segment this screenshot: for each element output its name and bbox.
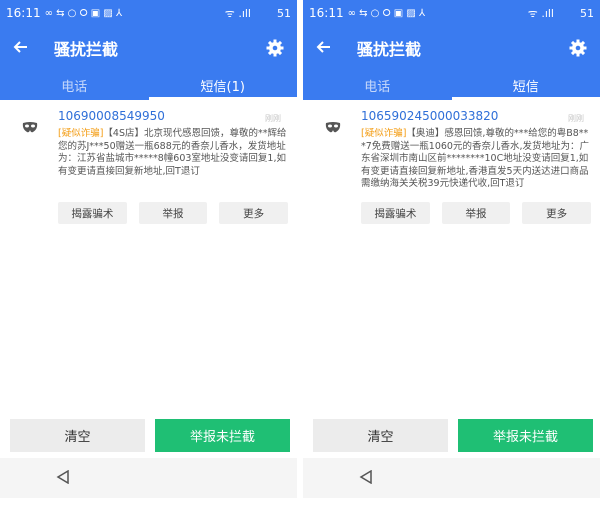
back-arrow-icon[interactable] — [12, 36, 42, 60]
battery-icon — [558, 8, 576, 18]
signal-icon: ᯤ .ıll — [527, 6, 554, 20]
triangle-back-icon[interactable] — [56, 469, 70, 488]
system-navbar — [303, 458, 600, 498]
more-button[interactable]: 更多 — [522, 202, 592, 224]
app-bar: 骚扰拦截 — [303, 26, 600, 70]
message-body: [疑似诈骗]【4S店】北京现代感恩回馈，尊敬的**辉给您的苏J***50赠送一瓶… — [58, 128, 288, 178]
clear-button[interactable]: 清空 — [10, 419, 145, 452]
bottom-actions: 清空 举报未拦截 — [10, 419, 290, 452]
report-unblocked-button[interactable]: 举报未拦截 — [155, 419, 290, 452]
phone-screen-left: 16:11 ∞ ⇆ ○ ⭘ ▣ ▨ ⅄ ᯤ .ıll 51 骚扰拦截 电话 短信… — [0, 0, 297, 514]
triangle-back-icon[interactable] — [359, 469, 373, 488]
message-time: 刚刚 — [568, 114, 584, 123]
battery-percent: 51 — [580, 6, 594, 20]
tab-calls[interactable]: 电话 — [0, 70, 149, 100]
tab-bar: 电话 短信 — [303, 70, 600, 100]
mask-icon — [325, 118, 341, 133]
clear-button[interactable]: 清空 — [313, 419, 448, 452]
page-title: 骚扰拦截 — [54, 40, 119, 59]
reveal-scam-button[interactable]: 揭露骗术 — [58, 202, 127, 224]
tab-calls[interactable]: 电话 — [303, 70, 452, 100]
message-time: 刚刚 — [265, 114, 281, 123]
gear-icon[interactable] — [568, 38, 588, 58]
status-time: 16:11 — [309, 6, 344, 20]
message-actions: 揭露骗术 举报 更多 — [58, 202, 289, 224]
tab-bar: 电话 短信(1) — [0, 70, 297, 100]
message-body: [疑似诈骗]【奥迪】感恩回馈,尊敬的***给您的粤B8***7免费赠送一瓶106… — [361, 128, 591, 191]
gear-icon[interactable] — [265, 38, 285, 58]
phone-screen-right: 16:11 ∞ ⇆ ○ ⭘ ▣ ▨ ⅄ ᯤ .ıll 51 骚扰拦截 电话 短信… — [303, 0, 600, 514]
fraud-tag: [疑似诈骗] — [58, 128, 104, 139]
app-bar: 骚扰拦截 — [0, 26, 297, 70]
battery-icon — [255, 8, 273, 18]
sender-number: 106590245000033820 — [361, 109, 499, 123]
status-bar: 16:11 ∞ ⇆ ○ ⭘ ▣ ▨ ⅄ ᯤ .ıll 51 — [303, 0, 600, 26]
status-bar: 16:11 ∞ ⇆ ○ ⭘ ▣ ▨ ⅄ ᯤ .ıll 51 — [0, 0, 297, 26]
notification-icons: ∞ ⇆ ○ ⭘ ▣ ▨ ⅄ — [347, 7, 426, 19]
mask-icon — [22, 118, 38, 133]
message-actions: 揭露骗术 举报 更多 — [361, 202, 592, 224]
report-button[interactable]: 举报 — [441, 202, 511, 224]
notification-icons: ∞ ⇆ ○ ⭘ ▣ ▨ ⅄ — [44, 7, 123, 19]
system-navbar — [0, 458, 297, 498]
bottom-actions: 清空 举报未拦截 — [313, 419, 593, 452]
fraud-tag: [疑似诈骗] — [361, 128, 407, 139]
reveal-scam-button[interactable]: 揭露骗术 — [361, 202, 430, 224]
message-item[interactable]: 10690008549950 刚刚 [疑似诈骗]【4S店】北京现代感恩回馈，尊敬… — [0, 104, 297, 230]
tab-sms[interactable]: 短信(1) — [148, 70, 298, 100]
more-button[interactable]: 更多 — [219, 202, 289, 224]
message-item[interactable]: 106590245000033820 刚刚 [疑似诈骗]【奥迪】感恩回馈,尊敬的… — [303, 104, 600, 230]
sender-number: 10690008549950 — [58, 109, 165, 123]
status-time: 16:11 — [6, 6, 41, 20]
report-unblocked-button[interactable]: 举报未拦截 — [458, 419, 593, 452]
page-title: 骚扰拦截 — [357, 40, 422, 59]
battery-percent: 51 — [277, 6, 291, 20]
back-arrow-icon[interactable] — [315, 36, 345, 60]
tab-sms[interactable]: 短信 — [451, 70, 600, 100]
report-button[interactable]: 举报 — [138, 202, 208, 224]
signal-icon: ᯤ .ıll — [224, 6, 251, 20]
divider — [298, 0, 302, 514]
